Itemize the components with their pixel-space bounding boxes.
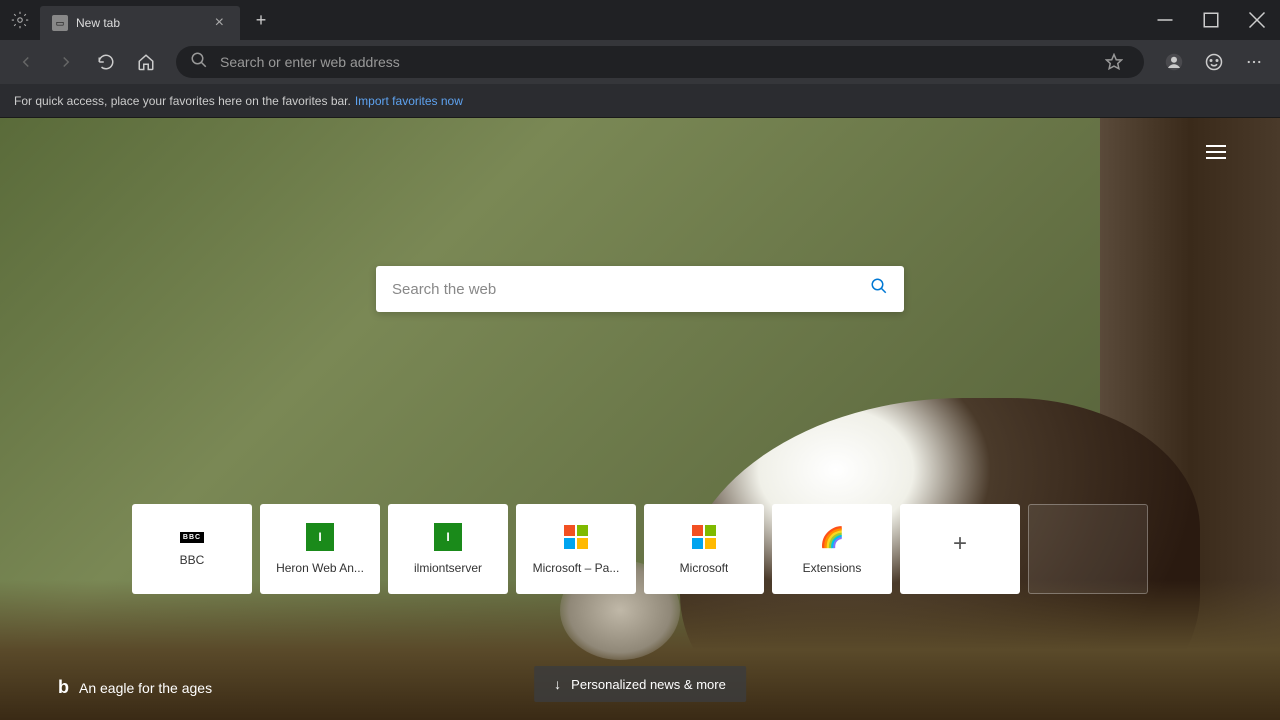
hamburger-icon <box>1206 151 1226 153</box>
plus-icon: + <box>946 530 974 558</box>
background-image <box>0 118 1280 720</box>
web-search-input[interactable] <box>392 281 870 298</box>
browser-tab[interactable]: ▭ New tab × <box>40 6 240 40</box>
close-button[interactable] <box>1234 4 1280 36</box>
menu-button[interactable] <box>1238 46 1270 78</box>
personalized-news-button[interactable]: ↓ Personalized news & more <box>534 666 746 702</box>
forward-button[interactable] <box>50 46 82 78</box>
quick-link-tile[interactable]: BBC BBC <box>132 504 252 594</box>
quick-link-tile[interactable]: Microsoft <box>644 504 764 594</box>
caption-text: An eagle for the ages <box>79 680 212 696</box>
feedback-button[interactable] <box>1198 46 1230 78</box>
tab-close-icon[interactable]: × <box>211 14 228 32</box>
down-arrow-icon: ↓ <box>554 676 561 692</box>
page-settings-button[interactable] <box>1200 136 1232 168</box>
back-button[interactable] <box>10 46 42 78</box>
image-caption[interactable]: b An eagle for the ages <box>58 677 212 698</box>
favorites-bar: For quick access, place your favorites h… <box>0 84 1280 118</box>
site-icon: I <box>434 523 462 551</box>
tile-label: Heron Web An... <box>276 561 364 575</box>
quick-links: BBC BBC I Heron Web An... Iilmiontserver Micr… <box>132 504 1148 594</box>
refresh-button[interactable] <box>90 46 122 78</box>
web-search-box[interactable] <box>376 266 904 312</box>
bbc-icon: BBC <box>180 532 204 543</box>
minimize-button[interactable] <box>1142 4 1188 36</box>
tile-label: Microsoft – Pa... <box>533 561 620 575</box>
maximize-button[interactable] <box>1188 4 1234 36</box>
titlebar: ▭ New tab × + <box>0 0 1280 40</box>
import-favorites-link[interactable]: Import favorites now <box>355 94 463 108</box>
bing-icon: b <box>58 677 69 698</box>
search-icon <box>190 51 208 74</box>
extensions-icon: 🌈 <box>818 523 846 551</box>
address-bar[interactable] <box>176 46 1144 78</box>
address-input[interactable] <box>220 54 1098 70</box>
microsoft-icon <box>690 523 718 551</box>
tile-label: Microsoft <box>680 561 729 575</box>
new-tab-button[interactable]: + <box>246 5 276 35</box>
tile-label: BBC <box>180 553 205 567</box>
quick-link-tile[interactable]: I Heron Web An... <box>260 504 380 594</box>
microsoft-icon <box>562 523 590 551</box>
new-tab-content: BBC BBC I Heron Web An... Iilmiontserver Micr… <box>0 118 1280 720</box>
search-submit-icon[interactable] <box>870 277 888 301</box>
settings-button[interactable] <box>0 0 40 40</box>
add-tile-button[interactable]: + <box>900 504 1020 594</box>
tile-label: ilmiontserver <box>414 561 482 575</box>
home-button[interactable] <box>130 46 162 78</box>
tab-favicon: ▭ <box>52 15 68 31</box>
toolbar <box>0 40 1280 84</box>
site-icon: I <box>306 523 334 551</box>
empty-tile <box>1028 504 1148 594</box>
window-controls <box>1142 4 1280 36</box>
quick-link-tile[interactable]: Microsoft – Pa... <box>516 504 636 594</box>
tile-label: Extensions <box>803 561 862 575</box>
quick-link-tile[interactable]: 🌈 Extensions <box>772 504 892 594</box>
profile-button[interactable] <box>1158 46 1190 78</box>
favorites-hint: For quick access, place your favorites h… <box>14 94 351 108</box>
favorite-star-icon[interactable] <box>1098 46 1130 78</box>
news-label: Personalized news & more <box>571 677 726 692</box>
tab-title: New tab <box>76 16 211 30</box>
quick-link-tile[interactable]: Iilmiontserver <box>388 504 508 594</box>
